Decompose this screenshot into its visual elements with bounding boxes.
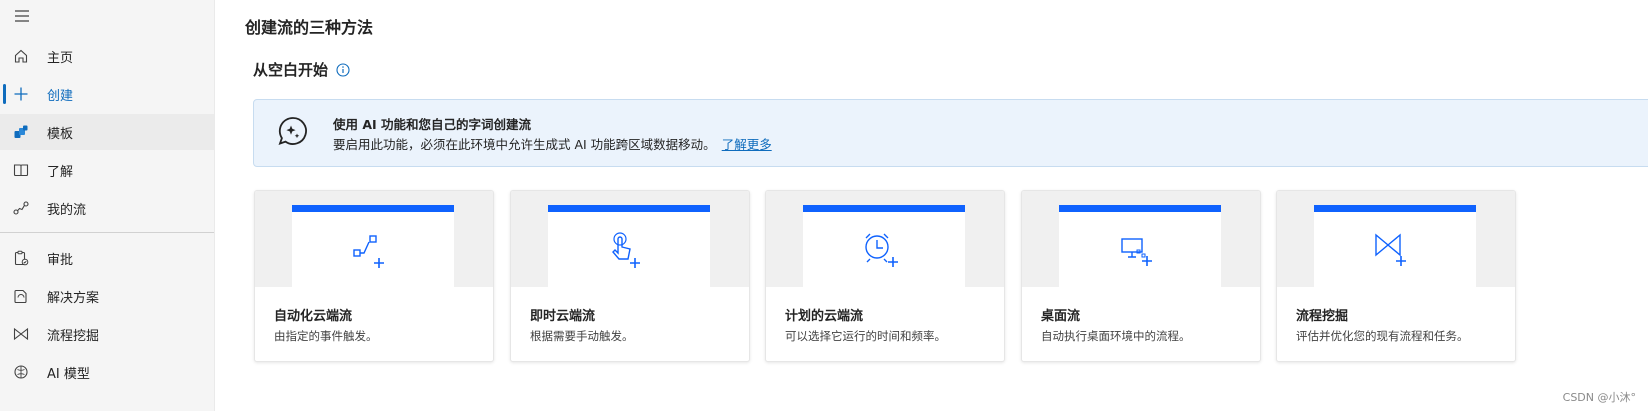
- ai-banner: 使用 AI 功能和您自己的字词创建流 要启用此功能，必须在此环境中允许生成式 A…: [253, 99, 1648, 167]
- card-preview: [1022, 191, 1260, 287]
- automated-flow-icon: [348, 229, 398, 273]
- card-preview: [511, 191, 749, 287]
- card-automated-cloud-flow[interactable]: 自动化云端流 由指定的事件触发。: [254, 190, 494, 362]
- banner-title: 使用 AI 功能和您自己的字词创建流: [333, 117, 532, 132]
- page-title: 创建流的三种方法: [245, 18, 374, 37]
- process-mining-icon: [12, 325, 30, 343]
- sidebar-divider: [0, 232, 214, 233]
- banner-text: 要启用此功能，必须在此环境中允许生成式 AI 功能跨区域数据移动。: [333, 137, 716, 152]
- card-accent-bar: [1314, 205, 1476, 212]
- card-description: 自动执行桌面环境中的流程。: [1041, 329, 1191, 343]
- sidebar-item-ai-models[interactable]: AI 模型: [0, 354, 214, 390]
- desktop-flow-icon: [1115, 229, 1165, 273]
- card-preview-frame: [1314, 205, 1476, 287]
- card-desktop-flow[interactable]: 桌面流 自动执行桌面环境中的流程。: [1021, 190, 1261, 362]
- sidebar-item-label: 主页: [47, 50, 74, 66]
- card-title: 计划的云端流: [785, 309, 864, 324]
- card-preview-frame: [548, 205, 710, 287]
- book-icon: [12, 161, 30, 179]
- card-preview-frame: [803, 205, 965, 287]
- sidebar-item-learn[interactable]: 了解: [0, 152, 214, 188]
- sidebar-item-solutions[interactable]: 解决方案: [0, 278, 214, 314]
- card-accent-bar: [1059, 205, 1221, 212]
- card-preview-frame: [292, 205, 454, 287]
- sidebar-item-label: 流程挖掘: [47, 328, 100, 344]
- card-title: 自动化云端流: [274, 309, 353, 324]
- sidebar: 主页 创建 模板 了解 我的流 审批 解决方案 流程挖掘 AI 模型: [0, 0, 215, 411]
- active-indicator: [3, 84, 6, 104]
- hamburger-menu-icon[interactable]: [12, 6, 32, 26]
- card-accent-bar: [803, 205, 965, 212]
- banner-message: 要启用此功能，必须在此环境中允许生成式 AI 功能跨区域数据移动。 了解更多: [333, 134, 772, 153]
- template-icon: [12, 123, 30, 141]
- flow-icon: [12, 199, 30, 217]
- info-icon[interactable]: [336, 62, 350, 77]
- card-instant-cloud-flow[interactable]: 即时云端流 根据需要手动触发。: [510, 190, 750, 362]
- card-preview: [255, 191, 493, 287]
- watermark: CSDN @小沐°: [1562, 391, 1636, 404]
- section-title: 从空白开始: [253, 59, 350, 80]
- ai-model-icon: [12, 363, 30, 381]
- sidebar-item-templates[interactable]: 模板: [0, 114, 214, 150]
- card-title: 即时云端流: [530, 309, 596, 324]
- card-title: 流程挖掘: [1296, 309, 1349, 324]
- sidebar-item-my-flows[interactable]: 我的流: [0, 190, 214, 226]
- card-description: 可以选择它运行的时间和频率。: [785, 329, 946, 343]
- card-description: 评估并优化您的现有流程和任务。: [1296, 329, 1469, 343]
- plus-icon: [12, 85, 30, 103]
- scheduled-flow-icon: [859, 229, 909, 273]
- section-title-text: 从空白开始: [253, 61, 329, 79]
- card-scheduled-cloud-flow[interactable]: 计划的云端流 可以选择它运行的时间和频率。: [765, 190, 1005, 362]
- card-preview: [1277, 191, 1515, 287]
- card-title: 桌面流: [1041, 309, 1081, 324]
- learn-more-link[interactable]: 了解更多: [722, 137, 772, 152]
- sidebar-item-label: 了解: [47, 164, 74, 180]
- sidebar-item-label: 我的流: [47, 202, 87, 218]
- card-preview: [766, 191, 1004, 287]
- sidebar-item-label: AI 模型: [47, 366, 90, 382]
- solution-icon: [12, 287, 30, 305]
- home-icon: [12, 47, 30, 65]
- sidebar-item-label: 创建: [47, 88, 74, 104]
- sidebar-item-label: 模板: [47, 126, 74, 142]
- instant-flow-icon: [604, 229, 654, 273]
- sidebar-item-label: 解决方案: [47, 290, 100, 306]
- copilot-chat-icon: [276, 115, 310, 149]
- card-description: 由指定的事件触发。: [274, 329, 378, 343]
- sidebar-item-label: 审批: [47, 252, 74, 268]
- card-description: 根据需要手动触发。: [530, 329, 634, 343]
- sidebar-item-approvals[interactable]: 审批: [0, 240, 214, 276]
- card-process-mining[interactable]: 流程挖掘 评估并优化您的现有流程和任务。: [1276, 190, 1516, 362]
- sidebar-item-home[interactable]: 主页: [0, 38, 214, 74]
- process-mining-icon: [1370, 229, 1420, 273]
- card-accent-bar: [548, 205, 710, 212]
- sidebar-item-process-mining[interactable]: 流程挖掘: [0, 316, 214, 352]
- card-preview-frame: [1059, 205, 1221, 287]
- sidebar-item-create[interactable]: 创建: [0, 76, 214, 112]
- approval-icon: [12, 249, 30, 267]
- card-accent-bar: [292, 205, 454, 212]
